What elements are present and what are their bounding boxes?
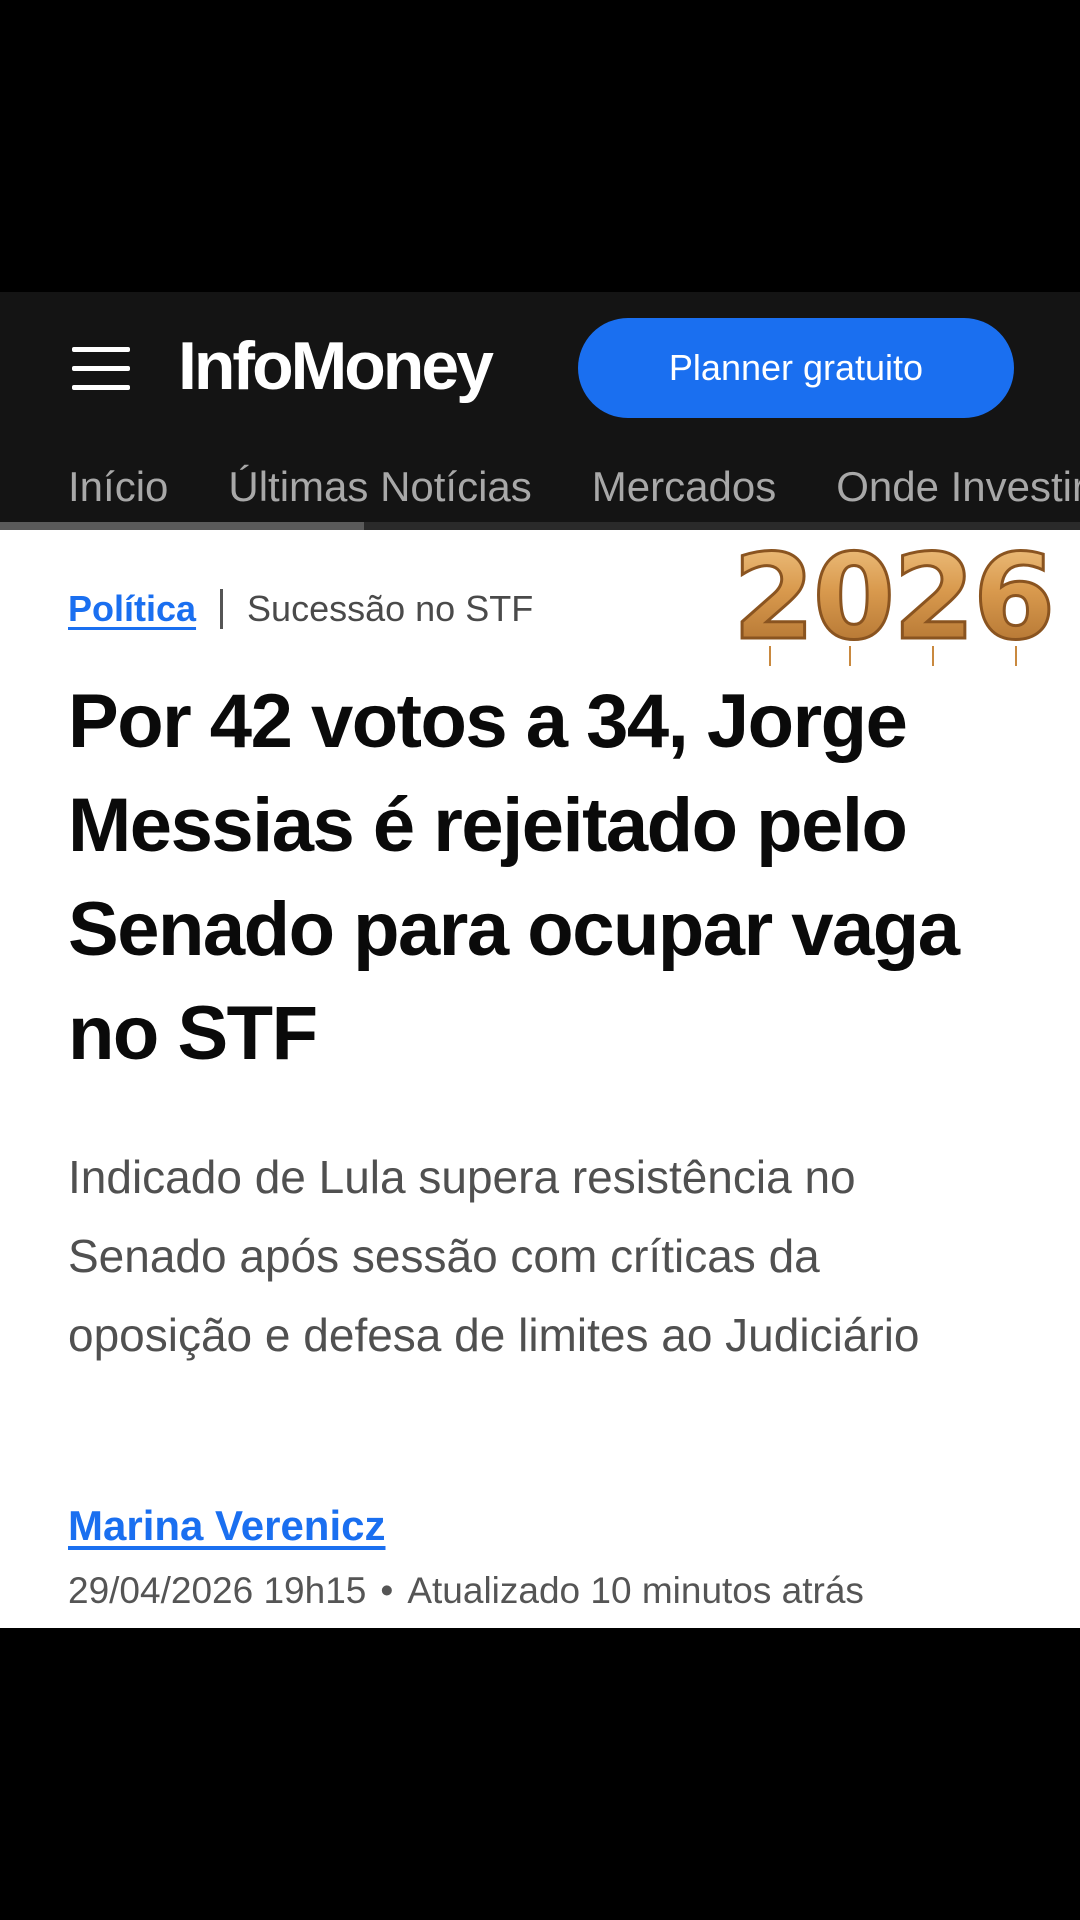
article-headline: Por 42 votos a 34, Jorge Messias é rejei…: [68, 679, 960, 1076]
breadcrumb-divider: [220, 589, 224, 629]
category-link[interactable]: Política: [68, 588, 196, 630]
bottom-letterbox: [0, 1628, 1080, 1920]
nav-scrollbar[interactable]: [0, 522, 1080, 530]
infomoney-logo[interactable]: InfoMoney: [178, 326, 494, 406]
nav-item-mercados[interactable]: Mercados: [592, 444, 776, 530]
article-subheadline: Indicado de Lula supera resistência no S…: [68, 1151, 920, 1361]
nav-item-onde-investir[interactable]: Onde Investir: [836, 444, 1080, 530]
nav-item-inicio[interactable]: Início: [68, 444, 168, 530]
author-link[interactable]: Marina Verenicz: [68, 1502, 385, 1550]
article-content: Política Sucessão no STF 2026 Por 42 vot…: [0, 530, 1080, 1628]
site-header: InfoMoney Planner gratuito: [0, 292, 1080, 444]
meta-separator: •: [380, 1570, 394, 1611]
sticker-text: 2026: [733, 530, 1053, 666]
updated-time: Atualizado 10 minutos atrás: [407, 1570, 864, 1611]
planner-gratuito-button[interactable]: Planner gratuito: [578, 318, 1014, 418]
nav-scrollbar-thumb[interactable]: [0, 522, 364, 530]
topic-link[interactable]: Sucessão no STF: [247, 588, 533, 630]
published-date: 29/04/2026 19h15: [68, 1570, 367, 1611]
balloon-2026-sticker: 2026: [731, 530, 1056, 668]
hamburger-menu-icon[interactable]: [72, 347, 130, 391]
breadcrumb: Política Sucessão no STF: [68, 588, 533, 630]
top-letterbox: [0, 0, 1080, 292]
nav-items: Início Últimas Notícias Mercados Onde In…: [68, 444, 1080, 530]
nav-item-ultimas-noticias[interactable]: Últimas Notícias: [228, 444, 531, 530]
article-meta: 29/04/2026 19h15 • Atualizado 10 minutos a…: [68, 1570, 864, 1612]
main-nav: Início Últimas Notícias Mercados Onde In…: [0, 444, 1080, 530]
